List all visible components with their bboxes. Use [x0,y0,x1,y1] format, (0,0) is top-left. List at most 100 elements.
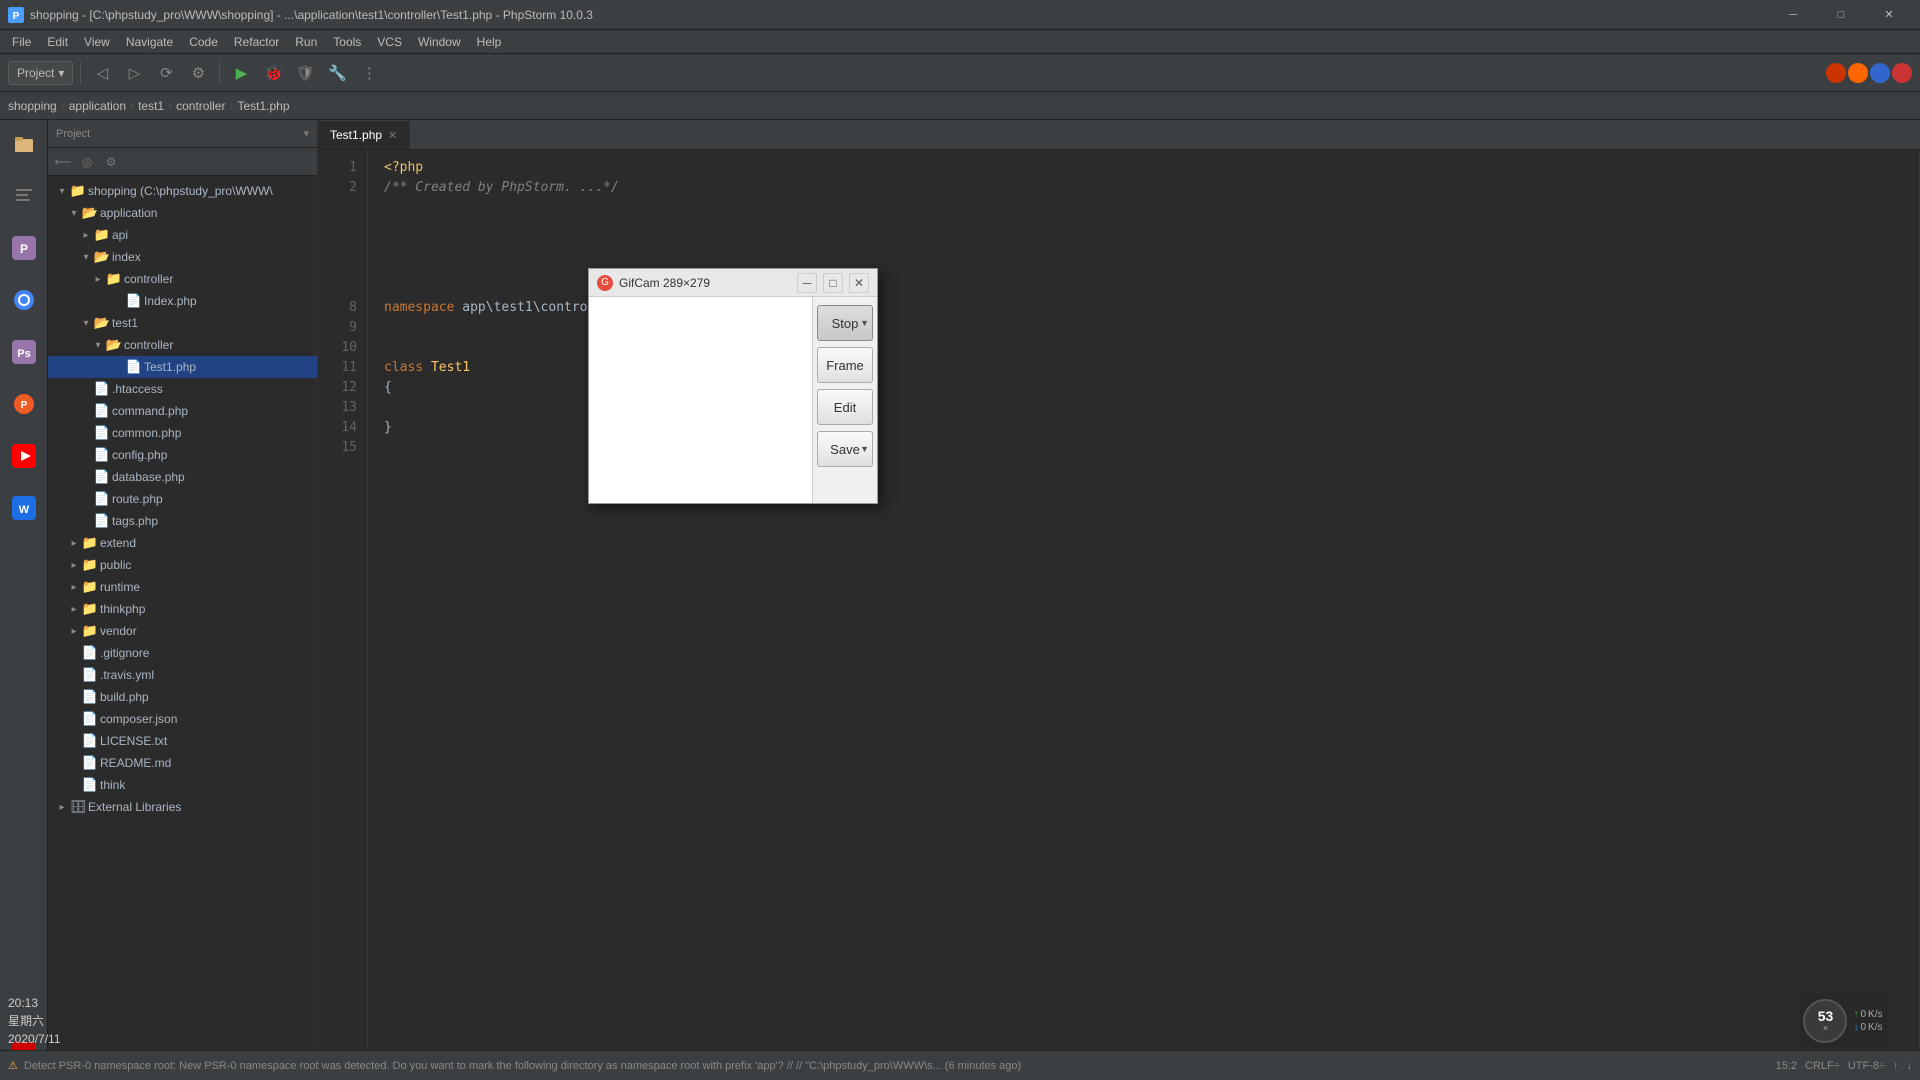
settings-button[interactable]: ⚙ [184,59,212,87]
no-arrow-test1php [112,361,124,373]
menu-item-code[interactable]: Code [181,33,226,51]
tree-node-controller-test1[interactable]: ▾ 📂 controller [48,334,317,356]
minimize-button[interactable]: ─ [1770,0,1816,30]
tree-node-travis[interactable]: 📄 .travis.yml [48,664,317,686]
tree-node-runtime[interactable]: ▸ 📁 runtime [48,576,317,598]
menu-item-navigate[interactable]: Navigate [118,33,181,51]
menu-item-vcs[interactable]: VCS [369,33,410,51]
project-label: Project [17,66,54,80]
menu-item-help[interactable]: Help [469,33,510,51]
menu-item-run[interactable]: Run [287,33,325,51]
folder-icon-btn[interactable] [4,124,44,164]
postman-icon[interactable]: P [4,384,44,424]
tree-node-shopping[interactable]: ▾ 📁 shopping (C:\phpstudy_pro\WWW\ [48,180,317,202]
maximize-button[interactable]: □ [1818,0,1864,30]
back-button[interactable]: ◁ [88,59,116,87]
menu-item-refactor[interactable]: Refactor [226,33,287,51]
tree-node-build[interactable]: 📄 build.php [48,686,317,708]
tree-node-index[interactable]: ▾ 📂 index [48,246,317,268]
bluecircle-icon[interactable] [1870,63,1890,83]
tree-node-common[interactable]: 📄 common.php [48,422,317,444]
breadcrumb-shopping[interactable]: shopping [8,99,57,113]
tree-node-gitignore[interactable]: 📄 .gitignore [48,642,317,664]
phpstorm-icon[interactable]: P [4,228,44,268]
tree-node-test1[interactable]: ▾ 📂 test1 [48,312,317,334]
tree-node-test1php[interactable]: 📄 Test1.php [48,356,317,378]
php-command-icon: 📄 [94,403,110,419]
tree-node-application[interactable]: ▾ 📂 application [48,202,317,224]
gifcam-stop-button[interactable]: Stop ▼ [817,305,873,341]
tree-node-database[interactable]: 📄 database.php [48,466,317,488]
menu-item-tools[interactable]: Tools [325,33,369,51]
tree-node-command[interactable]: 📄 command.php [48,400,317,422]
gifcam-frame-button[interactable]: Frame [817,347,873,383]
tree-node-public[interactable]: ▸ 📁 public [48,554,317,576]
tree-node-extend[interactable]: ▸ 📁 extend [48,532,317,554]
menu-item-file[interactable]: File [4,33,39,51]
structure-icon-btn[interactable] [4,176,44,216]
redcircle-icon[interactable] [1826,63,1846,83]
wps-icon[interactable]: W [4,488,44,528]
node-label-think: think [100,778,125,792]
refresh-button[interactable]: ⟳ [152,59,180,87]
tree-node-indexphp[interactable]: 📄 Index.php [48,290,317,312]
breadcrumb-test1[interactable]: test1 [138,99,164,113]
menu-item-window[interactable]: Window [410,33,469,51]
breadcrumb-application[interactable]: application [69,99,126,113]
coverage-button[interactable]: 🛡 [291,59,319,87]
run-button[interactable]: ▶ [227,59,255,87]
tree-node-composer[interactable]: 📄 composer.json [48,708,317,730]
settings-tree-button[interactable]: ⚙ [100,151,122,173]
tab-test1php[interactable]: Test1.php ✕ [318,121,410,149]
upload-speed: ↑ 0 K/s [1853,1009,1882,1020]
tree-node-vendor[interactable]: ▸ 📁 vendor [48,620,317,642]
gifcam-titlebar[interactable]: G GifCam 289×279 ─ □ ✕ [589,269,877,297]
node-label-htaccess: .htaccess [112,382,163,396]
forward-button[interactable]: ▷ [120,59,148,87]
travis-icon: 📄 [82,667,98,683]
editor-content: 1 2 8 9 10 11 12 13 14 15 <?php /** Crea… [318,150,1920,1078]
folder-runtime-icon: 📁 [82,579,98,595]
tree-node-route[interactable]: 📄 route.php [48,488,317,510]
gifcam-save-button[interactable]: Save ▼ [817,431,873,467]
menu-item-view[interactable]: View [76,33,118,51]
tree-node-config[interactable]: 📄 config.php [48,444,317,466]
tree-node-tags[interactable]: 📄 tags.php [48,510,317,532]
tab-close-button[interactable]: ✕ [388,129,397,142]
project-dropdown[interactable]: Project ▾ [8,61,73,85]
chrome-icon[interactable] [4,280,44,320]
tree-node-think[interactable]: 📄 think [48,774,317,796]
more-button[interactable]: ⋮ [355,59,383,87]
tree-node-thinkphp[interactable]: ▸ 📁 thinkphp [48,598,317,620]
gifcam-maximize-button[interactable]: □ [823,273,843,293]
node-label-api: api [112,228,128,242]
tree-node-api[interactable]: ▸ 📁 api [48,224,317,246]
tree-node-license[interactable]: 📄 LICENSE.txt [48,730,317,752]
collapse-all-button[interactable]: ⟵ [52,151,74,173]
redcircle2-icon[interactable] [1892,63,1912,83]
phpstorm2-icon[interactable]: Ps [4,332,44,372]
gifcam-close-button[interactable]: ✕ [849,273,869,293]
tree-header-dropdown[interactable]: ▾ [303,127,309,140]
tree-node-extlibs[interactable]: ▸ 🗄 External Libraries [48,796,317,818]
tree-node-readme[interactable]: 📄 README.md [48,752,317,774]
gifcam-edit-button[interactable]: Edit [817,389,873,425]
no-arrow-tags [80,515,92,527]
svg-text:W: W [18,504,29,516]
close-button[interactable]: ✕ [1866,0,1912,30]
gifcam-minimize-button[interactable]: ─ [797,273,817,293]
locate-file-button[interactable]: ◎ [76,151,98,173]
tree-node-controller-index[interactable]: ▸ 📁 controller [48,268,317,290]
tools-button[interactable]: 🔧 [323,59,351,87]
tree-node-htaccess[interactable]: 📄 .htaccess [48,378,317,400]
breadcrumb: shopping › application › test1 › control… [0,92,1920,120]
debug-button[interactable]: 🐞 [259,59,287,87]
file-tree[interactable]: ▾ 📁 shopping (C:\phpstudy_pro\WWW\ ▾ 📂 a… [48,176,317,1078]
menu-item-edit[interactable]: Edit [39,33,76,51]
breadcrumb-test1php[interactable]: Test1.php [237,99,289,113]
no-arrow-build [68,691,80,703]
youtube-icon[interactable] [4,436,44,476]
node-label-controller-index: controller [124,272,173,286]
breadcrumb-controller[interactable]: controller [176,99,225,113]
orangecircle-icon[interactable] [1848,63,1868,83]
